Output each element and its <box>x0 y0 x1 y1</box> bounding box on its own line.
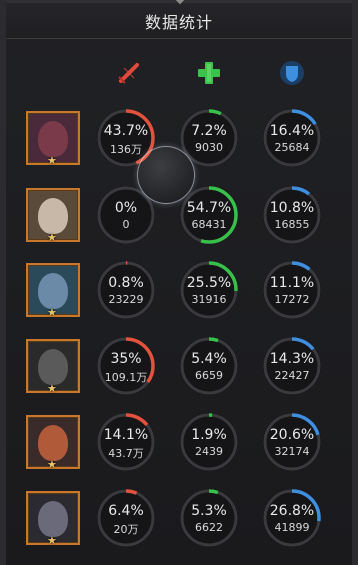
heal-value: 68431 <box>191 218 227 231</box>
heal-percent: 7.2% <box>191 123 227 139</box>
heal-percent: 5.3% <box>191 503 227 519</box>
hero-face <box>38 501 68 537</box>
star-icon: ★ <box>47 231 57 244</box>
hero-row: ★ 35% 109.1万 5.4% 6659 14.3% 22427 <box>6 334 352 404</box>
star-icon: ★ <box>47 382 57 395</box>
shield-percent: 26.8% <box>269 503 315 519</box>
heal-value: 31916 <box>191 293 227 306</box>
portrait-hero-3[interactable]: ★ <box>26 263 80 319</box>
damage-value: 0 <box>122 218 130 231</box>
hero-row: ★ 0.8% 23229 25.5% 31916 11.1% 17272 <box>6 258 352 328</box>
damage-value: 20万 <box>113 523 139 536</box>
heal-percent: 25.5% <box>186 275 232 291</box>
shield-percent: 20.6% <box>269 427 315 443</box>
heal-gauge: 5.4% 6659 <box>177 334 241 398</box>
heal-cross-icon <box>196 60 222 86</box>
hero-row: ★ 14.1% 43.7万 1.9% 2439 20.6% 32174 <box>6 410 352 480</box>
star-icon: ★ <box>47 306 57 319</box>
shield-percent: 11.1% <box>269 275 315 291</box>
damage-value: 43.7万 <box>108 447 144 460</box>
shield-gauge: 10.8% 16855 <box>260 183 324 247</box>
damage-value: 109.1万 <box>104 371 148 384</box>
star-icon: ★ <box>47 154 57 167</box>
damage-percent: 0.8% <box>108 275 144 291</box>
portrait-hero-1[interactable]: ★ <box>26 111 80 167</box>
damage-value: 23229 <box>108 293 144 306</box>
shield-value: 25684 <box>274 141 310 154</box>
shield-gauge: 20.6% 32174 <box>260 410 324 474</box>
title-ornament <box>175 0 185 5</box>
shield-value: 17272 <box>274 293 310 306</box>
heal-percent: 5.4% <box>191 351 227 367</box>
damage-gauge: 6.4% 20万 <box>94 486 158 550</box>
stats-panel: 数据统计 ★ 43.7% 136万 7.2% 9030 16.4% 25684 ★ 0% 0 54.… <box>0 0 358 565</box>
heal-gauge: 25.5% 31916 <box>177 258 241 322</box>
shield-icon <box>279 60 305 86</box>
shield-percent: 10.8% <box>269 200 315 216</box>
hero-face <box>38 425 68 461</box>
damage-percent: 6.4% <box>108 503 144 519</box>
portrait-hero-4[interactable]: ★ <box>26 339 80 395</box>
heal-value: 6622 <box>195 521 223 534</box>
hero-face <box>38 273 68 309</box>
shield-gauge: 16.4% 25684 <box>260 106 324 170</box>
damage-percent: 14.1% <box>103 427 149 443</box>
shield-gauge: 11.1% 17272 <box>260 258 324 322</box>
shield-value: 16855 <box>274 218 310 231</box>
shield-percent: 16.4% <box>269 123 315 139</box>
title-bar: 数据统计 <box>6 0 352 39</box>
heal-value: 9030 <box>195 141 223 154</box>
damage-gauge: 0.8% 23229 <box>94 258 158 322</box>
hero-row: ★ 6.4% 20万 5.3% 6622 26.8% 41899 <box>6 486 352 556</box>
damage-percent: 43.7% <box>103 123 149 139</box>
damage-gauge: 14.1% 43.7万 <box>94 410 158 474</box>
damage-gauge: 35% 109.1万 <box>94 334 158 398</box>
damage-percent: 35% <box>110 351 142 367</box>
shield-value: 32174 <box>274 445 310 458</box>
shield-gauge: 14.3% 22427 <box>260 334 324 398</box>
hero-face <box>38 121 68 157</box>
shield-percent: 14.3% <box>269 351 315 367</box>
star-icon: ★ <box>47 534 57 547</box>
shield-value: 41899 <box>274 521 310 534</box>
hero-face <box>38 198 68 234</box>
heal-percent: 1.9% <box>191 427 227 443</box>
heal-value: 6659 <box>195 369 223 382</box>
heal-gauge: 1.9% 2439 <box>177 410 241 474</box>
heal-value: 2439 <box>195 445 223 458</box>
hero-face <box>38 349 68 385</box>
portrait-hero-2[interactable]: ★ <box>26 188 80 244</box>
heal-percent: 54.7% <box>186 200 232 216</box>
panel-title: 数据统计 <box>144 13 213 32</box>
shield-gauge: 26.8% 41899 <box>260 486 324 550</box>
heal-gauge: 5.3% 6622 <box>177 486 241 550</box>
portrait-hero-5[interactable]: ★ <box>26 415 80 471</box>
star-icon: ★ <box>47 458 57 471</box>
damage-sword-icon <box>116 60 142 86</box>
damage-percent: 0% <box>114 200 138 216</box>
portrait-hero-6[interactable]: ★ <box>26 491 80 547</box>
floating-touch-bubble[interactable] <box>137 146 195 204</box>
shield-value: 22427 <box>274 369 310 382</box>
